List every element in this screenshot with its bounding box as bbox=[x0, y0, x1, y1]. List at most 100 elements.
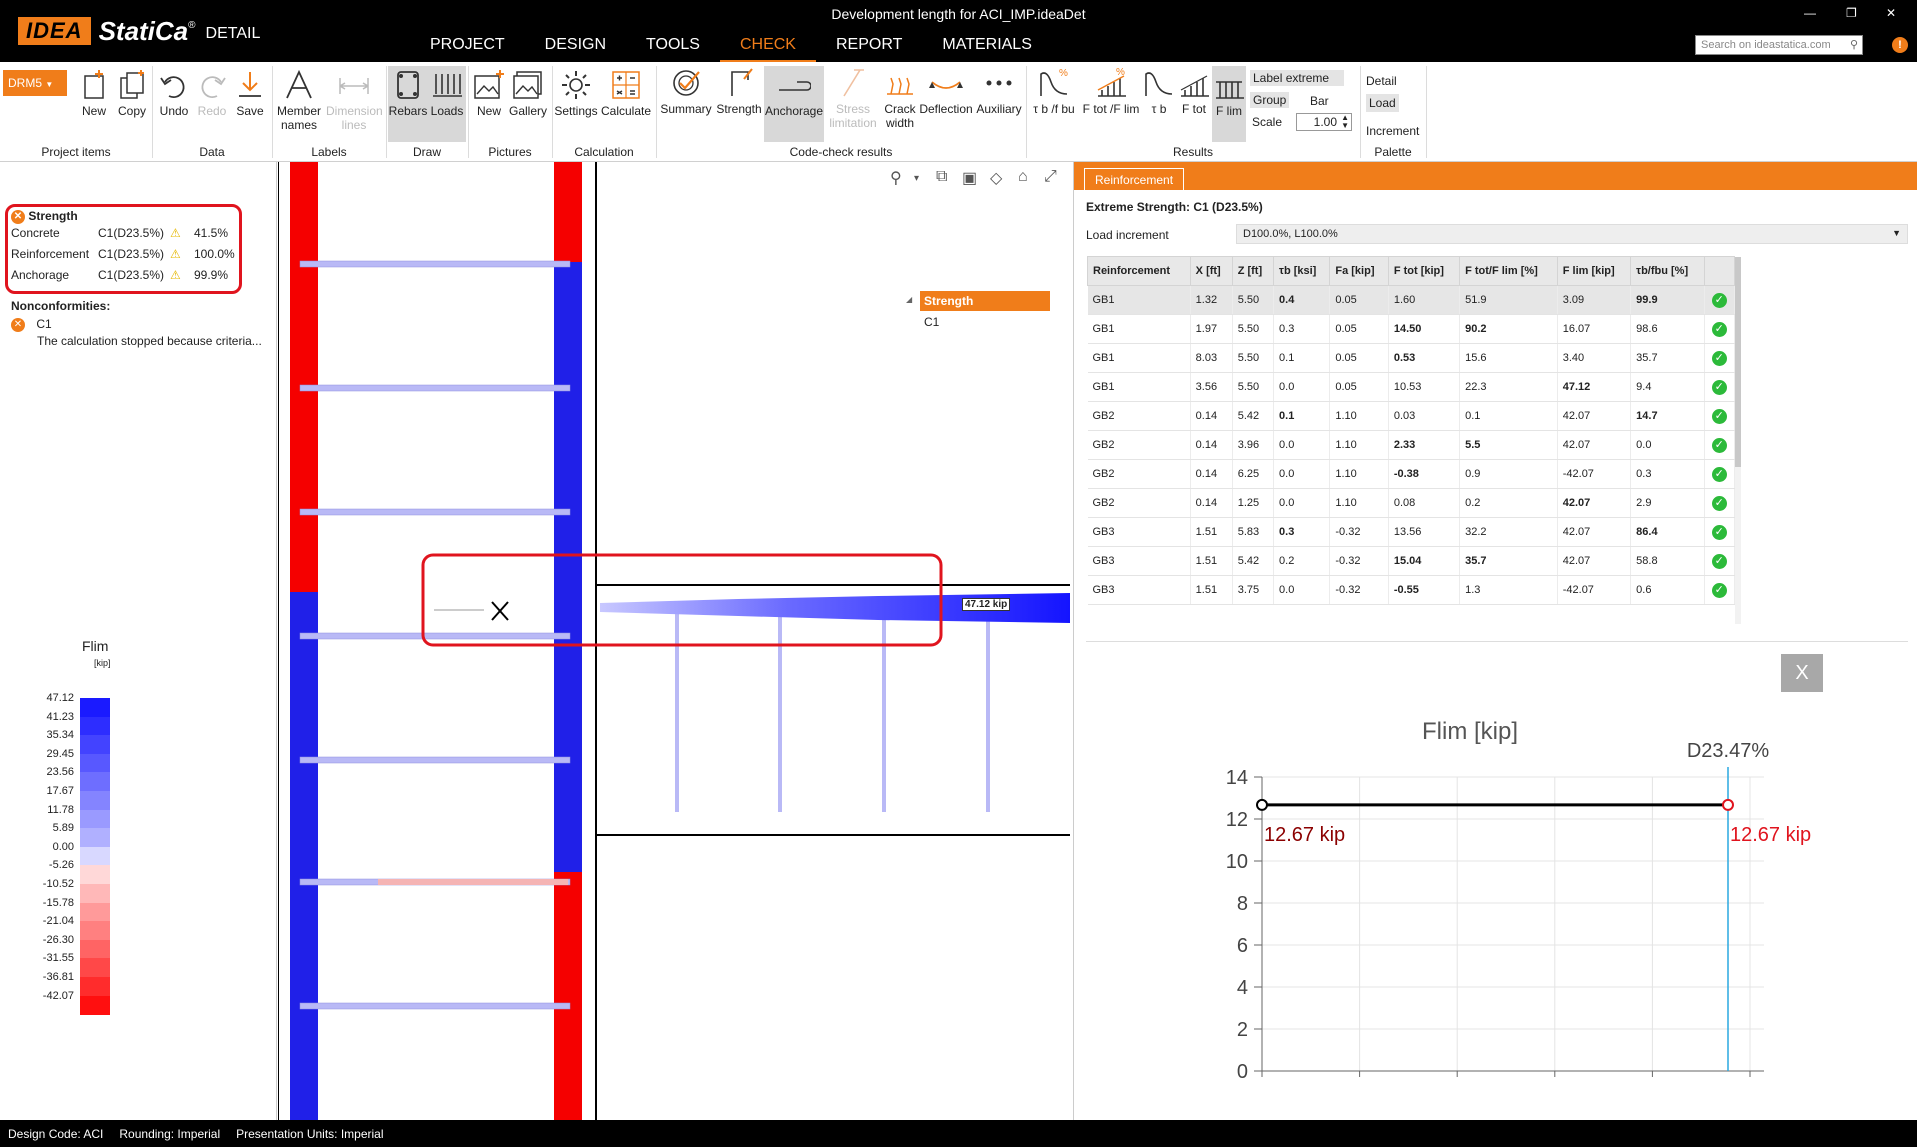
result-tb-fbu-label: τ b /f bu bbox=[1033, 102, 1075, 116]
stress-limitation-button[interactable]: Stress limitation bbox=[826, 66, 880, 130]
bar-toggle[interactable]: Bar bbox=[1310, 94, 1329, 108]
table-row[interactable]: GB2 0.14 1.25 0.0 1.10 0.08 0.2 42.07 2.9 ✓ bbox=[1087, 488, 1736, 518]
table-scrollbar[interactable] bbox=[1735, 257, 1741, 624]
strength-title[interactable]: ✕ Strength bbox=[11, 209, 78, 224]
member-names-button[interactable]: Member names bbox=[274, 68, 324, 132]
new-picture-button[interactable]: New bbox=[470, 68, 508, 118]
column-header[interactable]: F tot/F lim [%] bbox=[1459, 256, 1558, 286]
anchorage-button[interactable]: Anchorage bbox=[764, 66, 824, 142]
table-row[interactable]: GB1 8.03 5.50 0.1 0.05 0.53 15.6 3.40 35.7 ✓ bbox=[1087, 343, 1736, 373]
deflection-button[interactable]: Deflection bbox=[918, 66, 974, 116]
menu-tab-design[interactable]: DESIGN bbox=[525, 34, 626, 63]
table-row[interactable]: GB2 0.14 5.42 0.1 1.10 0.03 0.1 42.07 14.7 ✓ bbox=[1087, 401, 1736, 431]
rebars-button[interactable]: Rebars bbox=[388, 66, 428, 142]
summary-button[interactable]: Summary bbox=[658, 66, 714, 116]
viewport-3d[interactable]: ⚲ ▾ ⧉ ▣ ◇ ⌂ ⤢ ◢ Strength C1 47.12 kip bbox=[278, 162, 1070, 1120]
table-cell: GB3 bbox=[1087, 575, 1191, 605]
search-icon[interactable]: ⚲ bbox=[1850, 38, 1858, 51]
maximize-button[interactable]: ❐ bbox=[1846, 6, 1857, 20]
crack-width-button[interactable]: Crack width bbox=[880, 66, 920, 130]
result-tb-button[interactable]: τ b bbox=[1142, 66, 1176, 116]
table-row[interactable]: GB2 0.14 3.96 0.0 1.10 2.33 5.5 42.07 0.0 ✓ bbox=[1087, 430, 1736, 460]
spinner-icon[interactable]: ▲ ▼ bbox=[1341, 114, 1349, 130]
result-ftot-button[interactable]: F tot bbox=[1176, 66, 1212, 116]
status-units: Presentation Units: Imperial bbox=[236, 1126, 384, 1141]
menu-tab-report[interactable]: REPORT bbox=[816, 34, 922, 63]
table-row[interactable]: GB3 1.51 5.83 0.3 -0.32 13.56 32.2 42.07 86.4 ✓ bbox=[1087, 517, 1736, 547]
column-header[interactable]: τb/fbu [%] bbox=[1630, 256, 1705, 286]
check-row-anchorage[interactable]: Anchorage bbox=[11, 268, 69, 282]
palette-load[interactable]: Load bbox=[1366, 94, 1399, 112]
title-bar: IDEA StatiCa ® DETAIL Development length… bbox=[0, 0, 1917, 63]
table-row[interactable]: GB1 1.32 5.50 0.4 0.05 1.60 51.9 3.09 99.9 ✓ bbox=[1087, 285, 1736, 315]
dimension-lines-button[interactable]: Dimension lines bbox=[326, 68, 383, 132]
loads-button[interactable]: Loads bbox=[428, 66, 466, 142]
new-item-label: New bbox=[81, 104, 106, 118]
column-header[interactable]: X [ft] bbox=[1189, 256, 1233, 286]
group-results: Results bbox=[1172, 145, 1213, 159]
info-icon[interactable]: ! bbox=[1892, 37, 1908, 53]
table-cell: 0.53 bbox=[1388, 343, 1461, 373]
column-header[interactable] bbox=[1703, 256, 1736, 286]
bar-steps-icon bbox=[1216, 81, 1244, 99]
copy-button[interactable]: Copy bbox=[112, 68, 152, 118]
table-cell: 1.25 bbox=[1232, 488, 1275, 518]
minimize-button[interactable]: — bbox=[1804, 6, 1816, 20]
label-extreme-toggle[interactable]: Label extreme bbox=[1250, 70, 1344, 86]
calculate-button[interactable]: Calculate bbox=[600, 68, 652, 118]
menu-tab-tools[interactable]: TOOLS bbox=[626, 34, 720, 63]
auxiliary-button[interactable]: Auxiliary bbox=[974, 66, 1024, 116]
column-header[interactable]: F lim [kip] bbox=[1556, 256, 1632, 286]
check-ok-icon: ✓ bbox=[1711, 437, 1727, 453]
model-dropdown[interactable]: DRM5 ▼ bbox=[3, 70, 67, 96]
tree-header-strength[interactable]: Strength bbox=[920, 291, 1050, 311]
table-cell: GB1 bbox=[1087, 343, 1191, 373]
settings-button[interactable]: Settings bbox=[554, 68, 598, 118]
scale-input[interactable]: 1.00 ▲ ▼ bbox=[1296, 113, 1352, 131]
table-cell: 98.6 bbox=[1630, 314, 1705, 344]
table-row[interactable]: GB1 3.56 5.50 0.0 0.05 10.53 22.3 47.12 9.4 ✓ bbox=[1087, 372, 1736, 402]
check-ok-icon: ✓ bbox=[1711, 524, 1727, 540]
nonconformity-item[interactable]: ✕ C1 bbox=[11, 317, 52, 332]
check-row-concrete[interactable]: Concrete bbox=[11, 226, 60, 240]
result-ftot-flim-button[interactable]: % F tot /F lim bbox=[1080, 66, 1142, 116]
crack-width-icon bbox=[887, 77, 913, 95]
palette-detail[interactable]: Detail bbox=[1366, 74, 1397, 88]
gallery-label: Gallery bbox=[508, 104, 547, 118]
check-name: Anchorage bbox=[11, 268, 70, 282]
strength-button[interactable]: Strength bbox=[714, 66, 764, 116]
close-window-button[interactable]: ✕ bbox=[1886, 6, 1896, 20]
table-cell: GB2 bbox=[1087, 459, 1191, 489]
search-input[interactable]: Search on ideastatica.com ⚲ bbox=[1695, 35, 1863, 55]
result-tb-fbu-button[interactable]: % τ b /f bu bbox=[1028, 66, 1080, 116]
save-label: Save bbox=[236, 104, 264, 118]
scrollbar-thumb[interactable] bbox=[1735, 257, 1741, 467]
table-row[interactable]: GB3 1.51 5.42 0.2 -0.32 15.04 35.7 42.07 58.8 ✓ bbox=[1087, 546, 1736, 576]
save-button[interactable]: Save bbox=[230, 68, 270, 118]
result-flim-button[interactable]: F lim bbox=[1212, 66, 1246, 142]
table-cell: 14.50 bbox=[1388, 314, 1461, 344]
new-item-button[interactable]: New bbox=[74, 68, 114, 118]
tree-item-c1[interactable]: C1 bbox=[924, 315, 939, 329]
column-header[interactable]: Z [ft] bbox=[1231, 256, 1275, 286]
table-row[interactable]: GB3 1.51 3.75 0.0 -0.32 -0.55 1.3 -42.07 0.6 ✓ bbox=[1087, 575, 1736, 605]
palette-increment[interactable]: Increment bbox=[1366, 124, 1419, 138]
table-row[interactable]: GB1 1.97 5.50 0.3 0.05 14.50 90.2 16.07 98.6 ✓ bbox=[1087, 314, 1736, 344]
column-header[interactable]: Reinforcement bbox=[1087, 256, 1191, 286]
group-toggle[interactable]: Group bbox=[1250, 92, 1290, 108]
undo-button[interactable]: Undo bbox=[154, 68, 194, 118]
check-row-reinforcement[interactable]: Reinforcement bbox=[11, 247, 89, 261]
legend-value: -5.26 bbox=[48, 859, 74, 872]
menu-tab-materials[interactable]: MATERIALS bbox=[922, 34, 1052, 63]
table-row[interactable]: GB2 0.14 6.25 0.0 1.10 -0.38 0.9 -42.07 0.3 ✓ bbox=[1087, 459, 1736, 489]
column-header[interactable]: Fa [kip] bbox=[1329, 256, 1389, 286]
menu-tab-project[interactable]: PROJECT bbox=[410, 34, 525, 63]
bar-steps-icon: % bbox=[1097, 67, 1126, 97]
column-header[interactable]: F tot [kip] bbox=[1387, 256, 1461, 286]
redo-button[interactable]: Redo bbox=[192, 68, 232, 118]
table-cell: 35.7 bbox=[1630, 343, 1705, 373]
menu-tab-check[interactable]: CHECK bbox=[719, 34, 816, 63]
tree-collapse-icon[interactable]: ◢ bbox=[906, 291, 914, 305]
column-header[interactable]: τb [ksi] bbox=[1273, 256, 1331, 286]
gallery-button[interactable]: Gallery bbox=[508, 68, 548, 118]
